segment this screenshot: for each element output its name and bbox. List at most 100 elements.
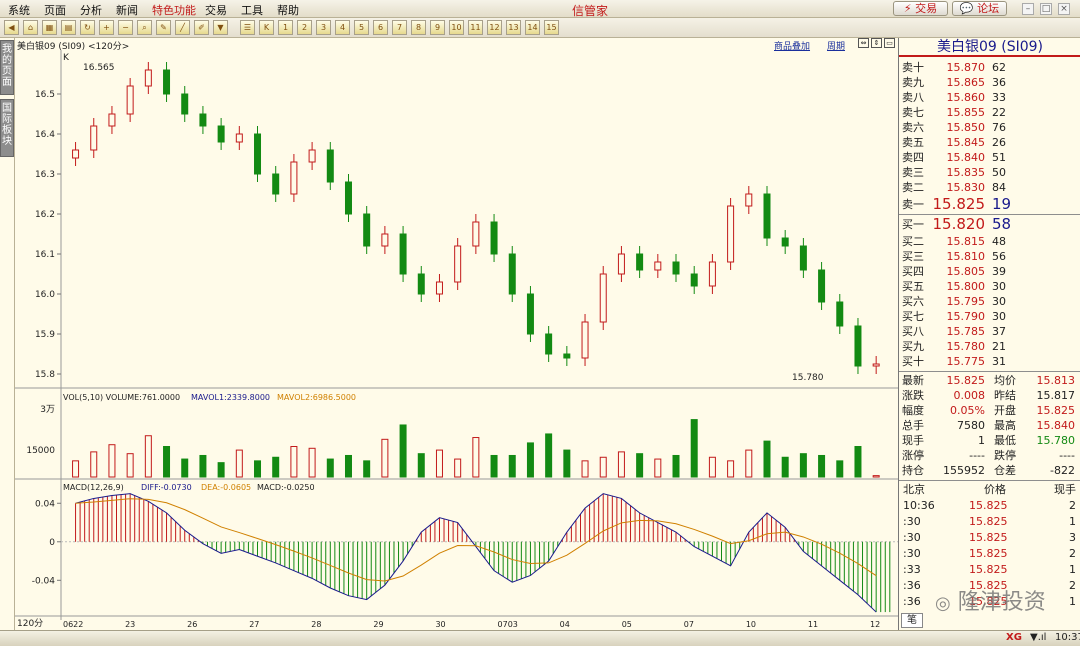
volume-bar[interactable] xyxy=(108,444,116,478)
tab-ticks[interactable]: 笔 xyxy=(901,613,923,628)
candle[interactable] xyxy=(745,193,753,207)
candle[interactable] xyxy=(399,233,407,275)
ask-row[interactable]: 卖二 15.830 84 xyxy=(899,180,1080,195)
forum-button[interactable]: 💬 论坛 xyxy=(952,1,1007,16)
period-13-icon[interactable]: 13 xyxy=(506,20,521,35)
volume-bar[interactable] xyxy=(490,454,498,478)
candle[interactable] xyxy=(199,113,207,127)
volume-bar[interactable] xyxy=(290,446,298,478)
volume-bar[interactable] xyxy=(581,460,589,478)
zoom-out-icon[interactable]: − xyxy=(118,20,133,35)
volume-bar[interactable] xyxy=(199,454,207,478)
period-6-icon[interactable]: 6 xyxy=(373,20,388,35)
ask-row[interactable]: 卖六 15.850 76 xyxy=(899,120,1080,135)
candle[interactable] xyxy=(818,269,826,303)
volume-bar[interactable] xyxy=(799,453,807,478)
menu-system[interactable]: 系统 xyxy=(8,2,30,18)
volume-bar[interactable] xyxy=(672,454,680,478)
volume-bar[interactable] xyxy=(381,438,389,478)
candle[interactable] xyxy=(526,293,534,335)
menu-trade[interactable]: 交易 xyxy=(205,2,227,18)
refresh-icon[interactable]: ↻ xyxy=(80,20,95,35)
candle[interactable] xyxy=(235,133,243,143)
candle[interactable] xyxy=(563,353,571,359)
volume-bar[interactable] xyxy=(545,433,553,478)
draw-icon[interactable]: ✎ xyxy=(156,20,171,35)
volume-bar[interactable] xyxy=(72,460,80,478)
close-icon[interactable]: × xyxy=(1058,3,1070,15)
volume-bar[interactable] xyxy=(344,454,352,478)
ask-row[interactable]: 卖十 15.870 62 xyxy=(899,60,1080,75)
candle[interactable] xyxy=(872,363,880,367)
volume-bar[interactable] xyxy=(254,460,262,478)
bid-row[interactable]: 买一 15.820 58 xyxy=(899,215,1080,234)
volume-bar[interactable] xyxy=(272,456,280,478)
zoom-in-icon[interactable]: + xyxy=(99,20,114,35)
volume-bar[interactable] xyxy=(617,451,625,478)
bid-row[interactable]: 买五 15.800 30 xyxy=(899,279,1080,294)
candle[interactable] xyxy=(854,325,862,367)
candle[interactable] xyxy=(654,261,662,271)
volume-bar[interactable] xyxy=(90,451,98,478)
candle[interactable] xyxy=(363,213,371,247)
side-tab-international[interactable]: 国际板块 xyxy=(0,99,14,157)
volume-bar[interactable] xyxy=(417,453,425,478)
bid-row[interactable]: 买二 15.815 48 xyxy=(899,234,1080,249)
ask-row[interactable]: 卖三 15.835 50 xyxy=(899,165,1080,180)
volume-bar[interactable] xyxy=(563,449,571,478)
volume-bar[interactable] xyxy=(818,454,826,478)
candle[interactable] xyxy=(163,69,171,95)
candle[interactable] xyxy=(599,273,607,323)
volume-bar[interactable] xyxy=(363,460,371,478)
bid-row[interactable]: 买十 15.775 31 xyxy=(899,354,1080,369)
volume-bar[interactable] xyxy=(454,458,462,478)
candle[interactable] xyxy=(417,273,425,295)
candle[interactable] xyxy=(90,125,98,151)
period-15-icon[interactable]: 15 xyxy=(544,20,559,35)
candle[interactable] xyxy=(472,221,480,247)
candle[interactable] xyxy=(144,69,152,87)
minimize-icon[interactable]: – xyxy=(1022,3,1034,15)
volume-bar[interactable] xyxy=(472,437,480,478)
menu-tools[interactable]: 工具 xyxy=(241,2,263,18)
candle[interactable] xyxy=(272,173,280,195)
candle[interactable] xyxy=(490,221,498,255)
menu-features[interactable]: 特色功能 xyxy=(152,2,196,18)
volume-bar[interactable] xyxy=(326,458,334,478)
ask-row[interactable]: 卖四 15.840 51 xyxy=(899,150,1080,165)
period-5-icon[interactable]: 5 xyxy=(354,20,369,35)
volume-bar[interactable] xyxy=(181,458,189,478)
volume-bar[interactable] xyxy=(599,456,607,478)
candle[interactable] xyxy=(435,281,443,295)
period-7-icon[interactable]: 7 xyxy=(392,20,407,35)
candle[interactable] xyxy=(326,149,334,183)
period-8-icon[interactable]: 8 xyxy=(411,20,426,35)
volume-bar[interactable] xyxy=(727,460,735,478)
volume-bar[interactable] xyxy=(526,442,534,478)
period-14-icon[interactable]: 14 xyxy=(525,20,540,35)
volume-bar[interactable] xyxy=(126,453,134,478)
period-12-icon[interactable]: 12 xyxy=(487,20,502,35)
candle[interactable] xyxy=(308,149,316,163)
period-9-icon[interactable]: 9 xyxy=(430,20,445,35)
volume-bar[interactable] xyxy=(636,453,644,478)
volume-bar[interactable] xyxy=(690,419,698,478)
candle[interactable] xyxy=(708,261,716,287)
bid-row[interactable]: 买四 15.805 39 xyxy=(899,264,1080,279)
period-4-icon[interactable]: 4 xyxy=(335,20,350,35)
volume-bar[interactable] xyxy=(163,446,171,478)
ask-row[interactable]: 卖九 15.865 36 xyxy=(899,75,1080,90)
maximize-icon[interactable]: □ xyxy=(1040,3,1052,15)
menu-help[interactable]: 帮助 xyxy=(277,2,299,18)
candle[interactable] xyxy=(581,321,589,359)
volume-bar[interactable] xyxy=(654,458,662,478)
volume-bar[interactable] xyxy=(435,449,443,478)
list-icon[interactable]: ☰ xyxy=(240,20,255,35)
kline-chart[interactable]: K 16.5 16.4 16.3 16.2 16.1 16.0 15.9 15.8 16.565 1… xyxy=(15,38,898,630)
period-3-icon[interactable]: 3 xyxy=(316,20,331,35)
volume-bar[interactable] xyxy=(854,446,862,478)
side-tab-my-page[interactable]: 我的页面 xyxy=(0,40,14,95)
candle[interactable] xyxy=(381,233,389,247)
candle[interactable] xyxy=(290,161,298,195)
menu-analysis[interactable]: 分析 xyxy=(80,2,102,18)
